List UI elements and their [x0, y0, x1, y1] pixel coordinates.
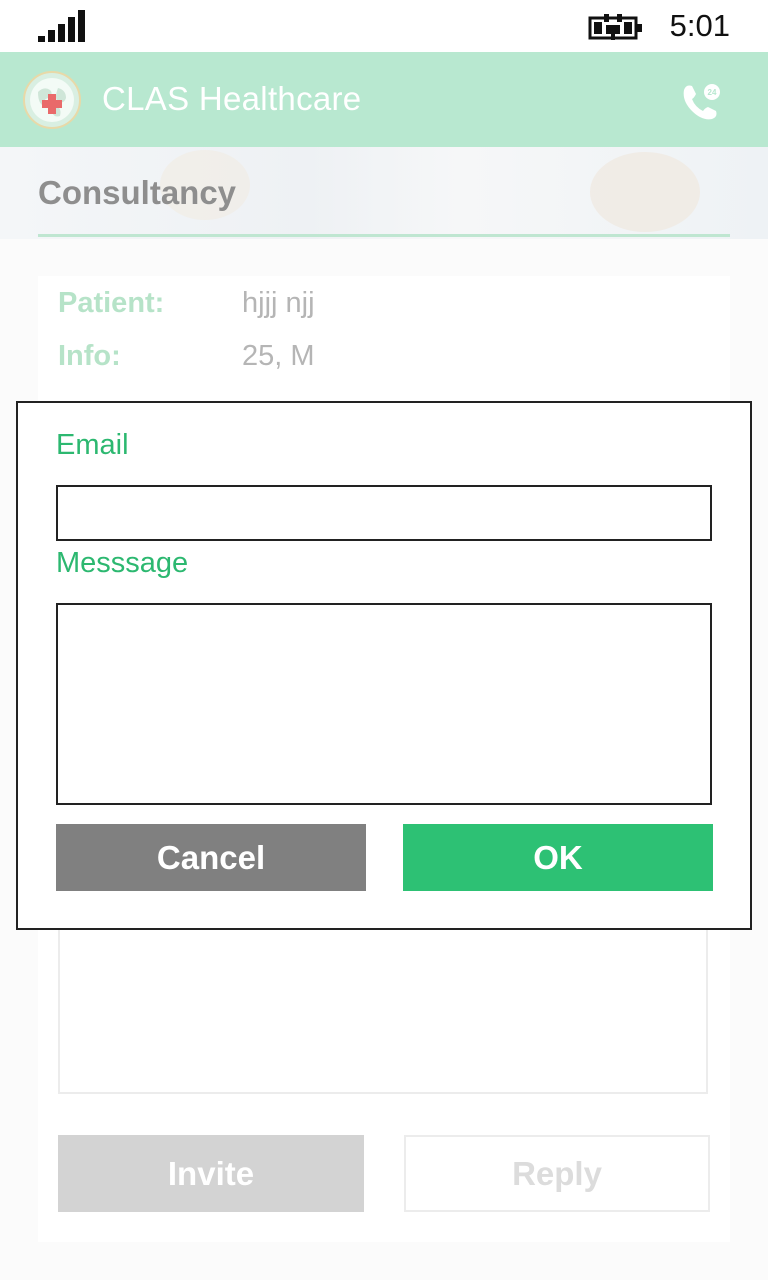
title-divider — [38, 234, 730, 237]
page-title: Consultancy — [38, 174, 237, 211]
info-value: 25, M — [242, 340, 315, 372]
message-field[interactable] — [56, 603, 712, 805]
clock: 5:01 — [669, 8, 730, 43]
patient-label: Patient: — [58, 287, 165, 319]
status-bar: 5:01 — [0, 0, 768, 52]
patient-value: hjjj njj — [242, 287, 315, 319]
phone-24h-icon[interactable]: 24 — [680, 82, 722, 120]
cancel-button[interactable]: Cancel — [56, 824, 366, 891]
email-field[interactable] — [56, 485, 712, 541]
globe-medical-logo — [23, 71, 81, 129]
invite-dialog: Email Messsage Cancel OK — [16, 401, 752, 930]
header-image-detail — [590, 152, 700, 232]
app-bar: CLAS Healthcare 24 — [0, 52, 768, 147]
email-label: Email — [56, 429, 129, 461]
reply-button[interactable]: Reply — [404, 1135, 710, 1212]
svg-text:24: 24 — [708, 88, 717, 97]
app-title: CLAS Healthcare — [102, 80, 362, 117]
battery-charging-icon — [588, 14, 642, 40]
info-label: Info: — [58, 340, 121, 372]
ok-button[interactable]: OK — [403, 824, 713, 891]
signal-strength-icon — [38, 10, 85, 42]
invite-button[interactable]: Invite — [58, 1135, 364, 1212]
notes-textarea[interactable] — [58, 910, 708, 1094]
message-label: Messsage — [56, 547, 189, 579]
screen: 5:01 CLAS Healthcare 24 Consultancy Pati… — [0, 0, 768, 1280]
